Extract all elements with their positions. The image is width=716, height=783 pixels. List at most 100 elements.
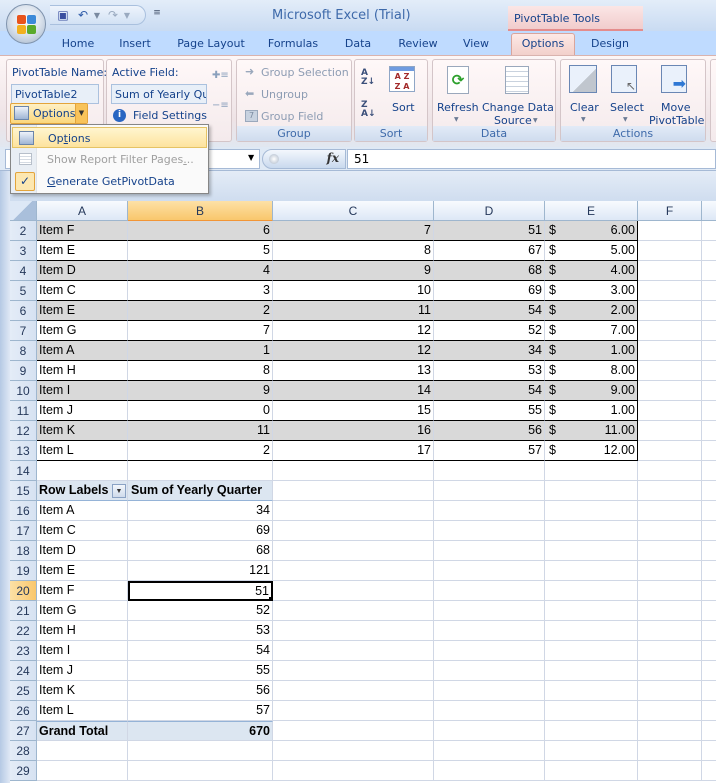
cell-value-d[interactable]: 52	[434, 321, 545, 341]
pivot-row-value[interactable]: 54	[128, 641, 273, 661]
row-header[interactable]: 13	[10, 441, 37, 461]
tab-home[interactable]: Home	[55, 35, 101, 55]
row-header[interactable]: 4	[10, 261, 37, 281]
redo-icon[interactable]: ↷	[106, 9, 120, 22]
collapse-field-icon[interactable]: −≡	[212, 100, 229, 111]
formula-resize-handle[interactable]	[269, 154, 279, 164]
tab-design[interactable]: Design	[584, 35, 636, 55]
row-header[interactable]: 21	[10, 601, 37, 621]
cell-empty[interactable]	[702, 761, 716, 781]
cell-value-c[interactable]: 12	[273, 341, 434, 361]
cell-empty[interactable]	[434, 581, 545, 601]
cell-value-e[interactable]: 12.00 $	[545, 441, 638, 461]
cell-empty[interactable]	[128, 461, 273, 481]
cell-empty[interactable]	[545, 541, 638, 561]
row-header[interactable]: 25	[10, 681, 37, 701]
row-header[interactable]: 12	[10, 421, 37, 441]
row-header[interactable]: 10	[10, 381, 37, 401]
cell-empty[interactable]	[545, 721, 638, 741]
cell-empty[interactable]	[702, 521, 716, 541]
column-header-a[interactable]: A	[37, 201, 128, 221]
pivot-row-value[interactable]: 53	[128, 621, 273, 641]
cell-empty[interactable]	[638, 481, 702, 501]
cell-empty[interactable]	[702, 621, 716, 641]
select-all-corner[interactable]	[10, 201, 37, 221]
cell-empty[interactable]	[128, 761, 273, 781]
customize-quick-access-icon[interactable]: ≡	[150, 7, 164, 20]
cell-value-e[interactable]: 2.00 $	[545, 301, 638, 321]
cell-empty[interactable]	[702, 601, 716, 621]
cell-empty[interactable]	[434, 541, 545, 561]
row-header[interactable]: 16	[10, 501, 37, 521]
cell-value-d[interactable]: 56	[434, 421, 545, 441]
tab-insert[interactable]: Insert	[112, 35, 158, 55]
cell-empty[interactable]	[273, 521, 434, 541]
select-button[interactable]: Select	[610, 101, 644, 114]
cell-empty[interactable]	[638, 261, 702, 281]
active-field-input[interactable]: Sum of Yearly Qua	[111, 84, 207, 104]
cell-empty[interactable]	[434, 701, 545, 721]
tab-page-layout[interactable]: Page Layout	[172, 35, 250, 55]
cell-empty[interactable]	[638, 581, 702, 601]
insert-function-icon[interactable]: fx	[327, 151, 339, 165]
row-header[interactable]: 23	[10, 641, 37, 661]
cell-value-e[interactable]: 11.00 $	[545, 421, 638, 441]
worksheet-grid[interactable]: A B C D E F 2 Item F 6 7 51 6.00 $3 Item E 5 8 67 5…	[10, 201, 716, 783]
cell-item-name[interactable]: Item L	[37, 441, 128, 461]
cell-item-name[interactable]: Item E	[37, 301, 128, 321]
cell-empty[interactable]	[434, 501, 545, 521]
cell-value-d[interactable]: 34	[434, 341, 545, 361]
undo-icon[interactable]: ↶	[76, 9, 90, 22]
cell-value-c[interactable]: 7	[273, 221, 434, 241]
cell-empty[interactable]	[702, 421, 716, 441]
pivot-row-value[interactable]: 34	[128, 501, 273, 521]
cell-empty[interactable]	[702, 701, 716, 721]
cell-value-b[interactable]: 5	[128, 241, 273, 261]
cell-empty[interactable]	[702, 441, 716, 461]
pivot-row-value[interactable]: 56	[128, 681, 273, 701]
cell-empty[interactable]	[702, 241, 716, 261]
cell-value-c[interactable]: 9	[273, 261, 434, 281]
cell-value-e[interactable]: 6.00 $	[545, 221, 638, 241]
pivot-row-value[interactable]: 52	[128, 601, 273, 621]
active-cell[interactable]: 51	[128, 581, 273, 601]
cell-empty[interactable]	[702, 481, 716, 501]
cell-value-c[interactable]: 11	[273, 301, 434, 321]
pivot-value-header[interactable]: Sum of Yearly Quarter	[128, 481, 273, 501]
column-header-b[interactable]: B	[128, 201, 273, 221]
column-header-e[interactable]: E	[545, 201, 638, 221]
undo-dropdown-icon[interactable]: ▼	[90, 9, 104, 22]
grand-total-value[interactable]: 670	[128, 721, 273, 741]
cell-empty[interactable]	[638, 361, 702, 381]
save-icon[interactable]: ▣	[56, 9, 70, 22]
cell-item-name[interactable]: Item H	[37, 361, 128, 381]
sort-z-to-a-icon[interactable]: Z A↓	[361, 101, 376, 119]
redo-dropdown-icon[interactable]: ▼	[120, 9, 134, 22]
pivot-row-label[interactable]: Item D	[37, 541, 128, 561]
pivot-row-value[interactable]: 69	[128, 521, 273, 541]
tab-view[interactable]: View	[456, 35, 496, 55]
cell-empty[interactable]	[638, 561, 702, 581]
cell-value-c[interactable]: 8	[273, 241, 434, 261]
row-header[interactable]: 5	[10, 281, 37, 301]
cell-value-c[interactable]: 16	[273, 421, 434, 441]
formula-input[interactable]: 51	[347, 149, 716, 169]
cell-empty[interactable]	[638, 441, 702, 461]
tab-data[interactable]: Data	[338, 35, 378, 55]
office-button[interactable]	[6, 4, 46, 44]
cell-empty[interactable]	[273, 661, 434, 681]
cell-item-name[interactable]: Item C	[37, 281, 128, 301]
row-labels-filter-dropdown[interactable]: ▼	[112, 484, 126, 498]
cell-empty[interactable]	[273, 461, 434, 481]
change-data-source-button[interactable]: Change Data	[482, 101, 554, 114]
row-header[interactable]: 29	[10, 761, 37, 781]
cell-empty[interactable]	[638, 241, 702, 261]
cell-empty[interactable]	[434, 521, 545, 541]
ungroup-button[interactable]: Ungroup	[261, 88, 308, 101]
cell-empty[interactable]	[434, 721, 545, 741]
cell-empty[interactable]	[434, 681, 545, 701]
cell-value-c[interactable]: 17	[273, 441, 434, 461]
cell-value-b[interactable]: 11	[128, 421, 273, 441]
refresh-button[interactable]: Refresh	[437, 101, 479, 114]
clear-dropdown-icon[interactable]: ▼	[581, 116, 586, 123]
